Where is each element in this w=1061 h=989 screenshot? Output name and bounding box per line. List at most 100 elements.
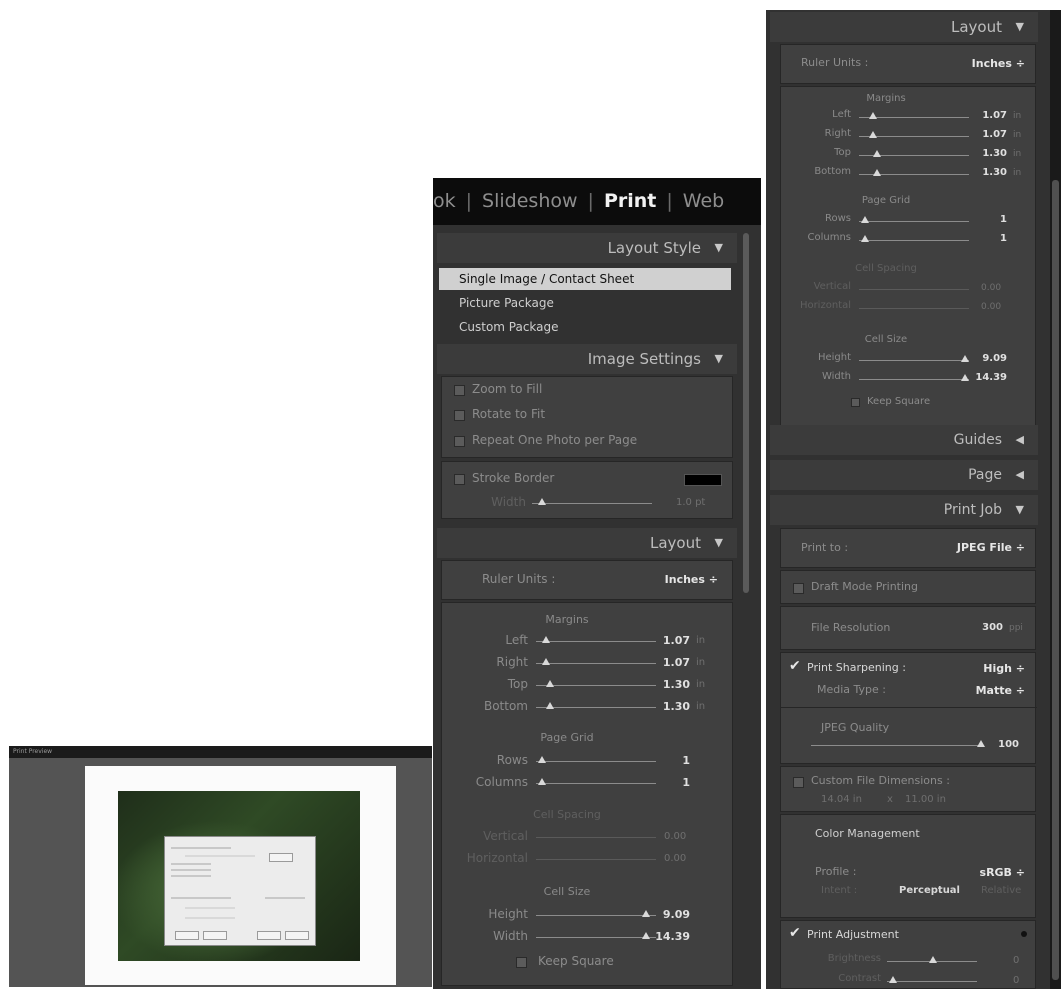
module-slideshow[interactable]: Slideshow (482, 178, 577, 225)
margin-bottom-value-right[interactable]: 1.30 (971, 167, 1007, 178)
margin-bottom-value[interactable]: 1.30 (652, 700, 690, 713)
repeat-one-checkbox[interactable] (454, 436, 465, 447)
horizontal-spacing-slider[interactable] (536, 859, 656, 860)
rotate-to-fit-checkbox[interactable] (454, 410, 465, 421)
columns-thumb[interactable] (538, 778, 546, 785)
cell-width-slider-right[interactable] (859, 379, 969, 380)
media-type-popup[interactable]: Matte ÷ (931, 684, 1025, 697)
module-web[interactable]: Web (683, 178, 724, 225)
cell-height-value-right[interactable]: 9.09 (971, 353, 1007, 364)
rows-value[interactable]: 1 (652, 754, 690, 767)
margin-left-thumb[interactable] (542, 636, 550, 643)
cell-width-thumb-right[interactable] (961, 374, 969, 381)
margin-top-slider[interactable] (536, 685, 656, 686)
margin-right-value[interactable]: 1.07 (652, 656, 690, 669)
collapse-triangle-icon: ▼ (714, 241, 723, 254)
collapse-triangle-icon: ▼ (714, 352, 723, 365)
margin-top-thumb[interactable] (546, 680, 554, 687)
custom-dimensions-checkbox[interactable] (793, 777, 804, 788)
cell-height-value[interactable]: 9.09 (652, 908, 690, 921)
custom-width-value[interactable]: 14.04 in (821, 794, 862, 805)
vertical-spacing-slider[interactable] (536, 837, 656, 838)
module-print[interactable]: Print (604, 178, 656, 225)
print-adjustment-checkmark-icon[interactable]: ✔ (789, 925, 801, 941)
cell-height-slider[interactable] (536, 915, 656, 916)
image-settings-header[interactable]: Image Settings ▼ (437, 344, 737, 374)
margin-right-thumb-right[interactable] (869, 131, 877, 138)
print-to-label: Print to : (801, 541, 849, 554)
jpeg-quality-slider[interactable] (811, 745, 983, 746)
intent-relative[interactable]: Relative (981, 885, 1021, 896)
custom-height-value[interactable]: 11.00 in (905, 794, 946, 805)
scrollbar-track[interactable] (1050, 10, 1061, 989)
margin-bottom-slider[interactable] (536, 707, 656, 708)
margin-bottom-thumb-right[interactable] (873, 169, 881, 176)
keep-square-checkbox[interactable] (516, 957, 527, 968)
columns-value[interactable]: 1 (652, 776, 690, 789)
cell-width-value-right[interactable]: 14.39 (971, 372, 1007, 383)
stroke-border-checkbox[interactable] (454, 474, 465, 485)
columns-value-right[interactable]: 1 (971, 233, 1007, 244)
margin-top-value[interactable]: 1.30 (652, 678, 690, 691)
layout-option-picture-package[interactable]: Picture Package (439, 292, 731, 314)
sharpening-popup[interactable]: High ÷ (931, 662, 1025, 675)
columns-thumb-right[interactable] (861, 235, 869, 242)
draft-mode-checkbox[interactable] (793, 583, 804, 594)
rows-slider-right[interactable] (859, 221, 969, 222)
margin-left-value-right[interactable]: 1.07 (971, 110, 1007, 121)
cell-width-thumb[interactable] (642, 932, 650, 939)
contrast-slider[interactable] (887, 981, 977, 982)
margin-left-slider[interactable] (536, 641, 656, 642)
rows-thumb-right[interactable] (861, 216, 869, 223)
cell-height-thumb-right[interactable] (961, 355, 969, 362)
horizontal-spacing-slider-right[interactable] (859, 308, 969, 309)
margin-bottom-thumb[interactable] (546, 702, 554, 709)
cell-width-slider[interactable] (536, 937, 656, 938)
columns-slider[interactable] (536, 783, 656, 784)
margin-right-thumb[interactable] (542, 658, 550, 665)
guides-header[interactable]: Guides ◀ (770, 425, 1038, 455)
contrast-thumb[interactable] (889, 976, 897, 983)
page-header[interactable]: Page ◀ (770, 460, 1038, 490)
scrollbar-thumb[interactable] (1052, 180, 1059, 980)
layout-header-right[interactable]: Layout ▼ (770, 12, 1038, 42)
margin-right-slider[interactable] (536, 663, 656, 664)
rows-value-right[interactable]: 1 (971, 214, 1007, 225)
layout-header[interactable]: Layout ▼ (437, 528, 737, 558)
jpeg-quality-thumb[interactable] (977, 740, 985, 747)
stroke-width-slider[interactable] (532, 503, 652, 504)
cell-height-thumb[interactable] (642, 910, 650, 917)
print-right-panel-scrolled: Layout ▼ Ruler Units : Inches ÷ Margins … (766, 10, 1061, 989)
rows-slider[interactable] (536, 761, 656, 762)
zoom-to-fill-checkbox[interactable] (454, 385, 465, 396)
margin-left-thumb-right[interactable] (869, 112, 877, 119)
margin-right-value-right[interactable]: 1.07 (971, 129, 1007, 140)
profile-popup[interactable]: sRGB ÷ (931, 866, 1025, 879)
print-to-popup[interactable]: JPEG File ÷ (901, 541, 1025, 554)
module-book-partial[interactable]: ok (433, 178, 456, 225)
margin-top-thumb-right[interactable] (873, 150, 881, 157)
keep-square-checkbox-right[interactable] (851, 398, 860, 407)
file-resolution-value[interactable]: 300 (961, 622, 1003, 633)
vertical-spacing-slider-right[interactable] (859, 289, 969, 290)
layout-option-custom-package[interactable]: Custom Package (439, 316, 731, 338)
ruler-units-popup-right[interactable]: Inches ÷ (931, 57, 1025, 70)
print-right-panel-middle: ok | Slideshow | Print | Web Layout Style ▼ Si… (433, 178, 761, 989)
columns-slider-right[interactable] (859, 240, 969, 241)
layout-style-header[interactable]: Layout Style ▼ (437, 233, 737, 263)
stroke-color-swatch[interactable] (684, 474, 722, 486)
rows-thumb[interactable] (538, 756, 546, 763)
panel-scrollbar[interactable] (743, 233, 749, 593)
layout-option-single-image[interactable]: Single Image / Contact Sheet (439, 268, 731, 290)
brightness-thumb[interactable] (929, 956, 937, 963)
margin-left-value[interactable]: 1.07 (652, 634, 690, 647)
margin-top-value-right[interactable]: 1.30 (971, 148, 1007, 159)
cell-width-value[interactable]: 14.39 (652, 930, 690, 943)
ruler-units-popup[interactable]: Inches ÷ (622, 573, 718, 586)
print-job-header[interactable]: Print Job ▼ (770, 495, 1038, 525)
cell-height-slider-right[interactable] (859, 360, 969, 361)
stroke-width-slider-thumb[interactable] (538, 498, 546, 505)
print-sharpening-checkmark-icon[interactable]: ✔ (789, 658, 801, 674)
intent-perceptual[interactable]: Perceptual (899, 885, 960, 896)
jpeg-quality-value[interactable]: 100 (989, 739, 1019, 750)
